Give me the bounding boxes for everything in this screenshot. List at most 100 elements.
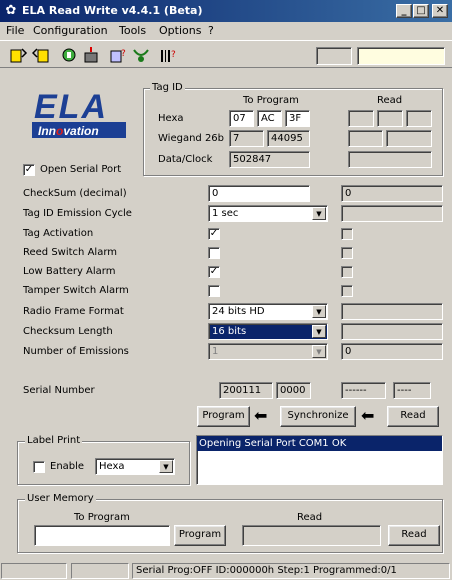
log-list[interactable]: Opening Serial Port COM1 OK — [196, 435, 443, 485]
hexa-byte-2-input[interactable]: AC — [257, 110, 282, 127]
disconnect-icon[interactable] — [82, 46, 100, 64]
close-button[interactable]: ✕ — [432, 4, 448, 18]
checksum-length-dropdown-arrow-icon[interactable]: ▼ — [312, 325, 326, 338]
minimize-button[interactable]: _ — [396, 4, 412, 18]
tag-id-title: Tag ID — [150, 82, 185, 93]
tag-id-to-program-header: To Program — [243, 95, 299, 106]
num-emissions-value: 1 — [212, 346, 219, 357]
hexa-label: Hexa — [158, 113, 184, 124]
version-check-icon[interactable]: ? — [110, 46, 128, 64]
hexa-byte-1-input[interactable]: 07 — [229, 110, 254, 127]
arrow-left-icon-2: ⬅ — [361, 406, 375, 425]
read-button[interactable]: Read — [387, 406, 439, 427]
label-print-title: Label Print — [25, 435, 83, 446]
menu-help[interactable]: ? — [208, 24, 214, 37]
connect-icon[interactable] — [60, 46, 78, 64]
svg-text:Innovation: Innovation — [38, 124, 99, 138]
toolbar-status-field-2 — [357, 47, 445, 65]
wiegand-card-input[interactable]: 44095 — [267, 130, 310, 147]
user-memory-read-button[interactable]: Read — [388, 525, 440, 546]
tamper-read-checkbox — [341, 285, 353, 297]
serial-number-read-1: ------ — [341, 382, 386, 399]
emission-cycle-value: 1 sec — [212, 208, 239, 219]
user-memory-program-input[interactable] — [34, 525, 170, 546]
label-print-format-value: Hexa — [99, 461, 125, 472]
user-memory-title: User Memory — [25, 493, 96, 504]
checksum-length-read — [341, 323, 443, 340]
wiegand-read-2 — [386, 130, 432, 147]
status-message: Serial Prog:OFF ID:000000h Step:1 Progra… — [132, 563, 450, 579]
antenna-icon[interactable] — [132, 46, 150, 64]
label-print-enable-label: Enable — [50, 461, 85, 472]
wiegand-facility-input[interactable]: 7 — [229, 130, 264, 147]
tag-activation-read-checkbox — [341, 228, 353, 240]
log-entry[interactable]: Opening Serial Port COM1 OK — [197, 436, 442, 451]
tamper-label: Tamper Switch Alarm — [23, 285, 129, 296]
serial-number-field-1[interactable]: 200111 — [219, 382, 273, 399]
barcode-help-icon[interactable]: ? — [160, 46, 178, 64]
label-print-dropdown-arrow-icon[interactable]: ▼ — [159, 460, 173, 473]
wiegand-read-1 — [348, 130, 383, 147]
checksum-length-value: 16 bits — [212, 326, 247, 337]
arrow-left-icon-1: ⬅ — [254, 406, 268, 425]
num-emissions-dropdown-arrow-icon: ▼ — [312, 345, 326, 358]
label-print-format-select[interactable]: Hexa ▼ — [95, 458, 175, 475]
radio-frame-read — [341, 303, 443, 320]
checksum-input[interactable]: 0 — [208, 185, 310, 202]
tag-activation-checkbox[interactable]: ✓ — [208, 228, 220, 240]
menu-tools[interactable]: Tools — [119, 24, 146, 37]
num-emissions-label: Number of Emissions — [23, 346, 129, 357]
menu-file[interactable]: File — [6, 24, 24, 37]
tag-id-read-header: Read — [377, 95, 403, 106]
menu-options[interactable]: Options — [159, 24, 201, 37]
checksum-length-select[interactable]: 16 bits ▼ — [208, 323, 328, 340]
emission-cycle-select[interactable]: 1 sec ▼ — [208, 205, 328, 222]
low-battery-read-checkbox — [341, 266, 353, 278]
toolbar: ? ? — [0, 40, 452, 68]
wiegand-label: Wiegand 26b — [158, 133, 225, 144]
radio-frame-label: Radio Frame Format — [23, 306, 124, 317]
hexa-read-1 — [348, 110, 374, 127]
ela-logo: ELA Innovation — [22, 84, 132, 142]
tag-activation-label: Tag Activation — [23, 228, 94, 239]
user-memory-read-output — [242, 525, 381, 546]
toolbar-status-field-1 — [316, 47, 352, 65]
user-memory-program-button[interactable]: Program — [174, 525, 226, 546]
status-panel-2 — [71, 563, 129, 579]
hexa-byte-3-input[interactable]: 3F — [285, 110, 310, 127]
synchronize-button[interactable]: Synchronize — [280, 406, 356, 427]
radio-frame-dropdown-arrow-icon[interactable]: ▼ — [312, 305, 326, 318]
title-bar: ✿ ELA Read Write v4.4.1 (Beta) _ □ ✕ — [0, 0, 452, 22]
dataclock-label: Data/Clock — [158, 154, 213, 165]
emission-cycle-dropdown-arrow-icon[interactable]: ▼ — [312, 207, 326, 220]
dataclock-read — [348, 151, 432, 168]
num-emissions-select: 1 ▼ — [208, 343, 328, 360]
radio-frame-value: 24 bits HD — [212, 306, 265, 317]
open-serial-port-label: Open Serial Port — [40, 164, 122, 175]
checksum-length-label: Checksum Length — [23, 326, 113, 337]
low-battery-label: Low Battery Alarm — [23, 266, 116, 277]
serial-number-field-2[interactable]: 0000 — [276, 382, 311, 399]
reed-switch-checkbox[interactable] — [208, 247, 220, 259]
tamper-checkbox[interactable] — [208, 285, 220, 297]
svg-text:ELA: ELA — [34, 88, 108, 126]
maximize-button[interactable]: □ — [413, 4, 429, 18]
serial-number-read-2: ---- — [393, 382, 431, 399]
reed-switch-read-checkbox — [341, 247, 353, 259]
radio-frame-select[interactable]: 24 bits HD ▼ — [208, 303, 328, 320]
hexa-read-3 — [406, 110, 432, 127]
user-memory-to-program-header: To Program — [74, 512, 130, 523]
write-tag-icon[interactable] — [32, 46, 50, 64]
num-emissions-read: 0 — [341, 343, 443, 360]
low-battery-checkbox[interactable]: ✓ — [208, 266, 220, 278]
checksum-read: 0 — [341, 185, 443, 202]
read-tag-icon[interactable] — [10, 46, 28, 64]
program-button[interactable]: Program — [197, 406, 250, 427]
dataclock-input[interactable]: 502847 — [229, 151, 310, 168]
menu-configuration[interactable]: Configuration — [33, 24, 108, 37]
app-gear-icon[interactable]: ✿ — [3, 3, 19, 19]
open-serial-port-checkbox[interactable]: ✓ — [23, 164, 35, 176]
svg-text:?: ? — [121, 49, 126, 59]
menu-bar: File Configuration Tools Options ? — [0, 22, 452, 40]
label-print-enable-checkbox[interactable] — [33, 461, 45, 473]
